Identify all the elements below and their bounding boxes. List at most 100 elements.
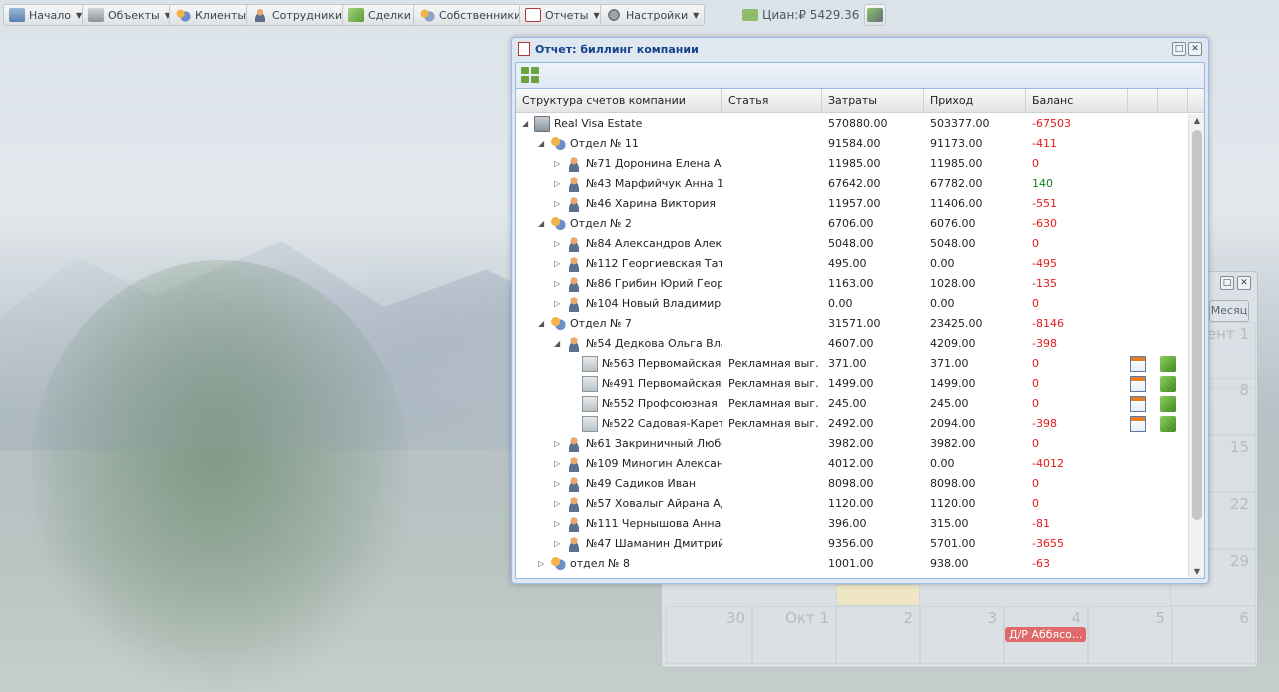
- menu-reports-button[interactable]: Отчеты ▼: [519, 4, 606, 26]
- expand-toggle-icon[interactable]: ▷: [554, 279, 562, 289]
- table-row[interactable]: ▷ №71 Доронина Елена Ал 11985.00 11985.00 0: [516, 154, 1190, 174]
- company-building-icon: [534, 116, 550, 132]
- collapse-toggle-icon[interactable]: ◢: [538, 319, 546, 329]
- calendar-cell[interactable]: 2: [836, 606, 920, 664]
- window-titlebar[interactable]: Отчет: биллинг компании: [512, 38, 1208, 60]
- table-row[interactable]: ▷ №61 Закриничный Любо 3982.00 3982.00 0: [516, 434, 1190, 454]
- column-header-structure[interactable]: Структура счетов компании: [516, 89, 722, 113]
- expand-toggle-icon[interactable]: ▷: [554, 459, 562, 469]
- collapse-toggle-icon[interactable]: ◢: [538, 139, 546, 149]
- table-row[interactable]: №491 Первомайская у Рекламная выг... 1499.…: [516, 374, 1190, 394]
- expand-toggle-icon[interactable]: ▷: [554, 439, 562, 449]
- table-row[interactable]: ◢ Real Visa Estate 570880.00 503377.00 -6750…: [516, 114, 1190, 134]
- table-row[interactable]: ▷ №57 Ховалыг Айрана Ад 1120.00 1120.00 0: [516, 494, 1190, 514]
- table-row[interactable]: ◢ Отдел № 2 6706.00 6076.00 -630: [516, 214, 1190, 234]
- table-row[interactable]: ▷ №43 Марфийчук Анна 1 67642.00 67782.00 140: [516, 174, 1190, 194]
- menu-owners-button[interactable]: Собственники: [413, 4, 528, 26]
- expand-toggle-icon[interactable]: ▷: [554, 499, 562, 509]
- menu-objects-button[interactable]: Объекты ▼: [82, 4, 177, 26]
- main-toolbar: Начало ▼ Объекты ▼ Клиенты Сотрудники Сд…: [0, 0, 1279, 30]
- add-payment-icon[interactable]: [1160, 416, 1176, 432]
- logout-button[interactable]: [864, 4, 886, 26]
- table-row[interactable]: ▷ №84 Александров Алекс 5048.00 5048.00 0: [516, 234, 1190, 254]
- calendar-cell[interactable]: Окт 1: [752, 606, 836, 664]
- menu-settings-button[interactable]: Настройки ▼: [600, 4, 706, 26]
- expand-toggle-icon[interactable]: ▷: [538, 559, 546, 569]
- collapse-toggle-icon[interactable]: ◢: [554, 339, 562, 349]
- calendar-icon[interactable]: [1130, 356, 1146, 372]
- table-row[interactable]: ▷ №47 Шаманин Дмитрий 9356.00 5701.00 -3655: [516, 534, 1190, 554]
- calendar-cell[interactable]: 3: [920, 606, 1004, 664]
- expand-toggle-icon[interactable]: ▷: [554, 199, 562, 209]
- node-label: №61 Закриничный Любо: [586, 437, 722, 450]
- add-payment-icon[interactable]: [1160, 396, 1176, 412]
- table-row[interactable]: ▷ №109 Миногин Александ 4012.00 0.00 -4012: [516, 454, 1190, 474]
- expand-toggle-icon[interactable]: ▷: [554, 259, 562, 269]
- article-cell: [728, 254, 818, 274]
- add-payment-icon[interactable]: [1160, 376, 1176, 392]
- add-payment-icon[interactable]: [1160, 356, 1176, 372]
- menu-clients-button[interactable]: Клиенты: [169, 4, 253, 26]
- calendar-cell[interactable]: 30: [666, 606, 752, 664]
- node-label: №104 Новый Владимир В: [586, 297, 722, 310]
- table-row[interactable]: №563 Первомайская Рекламная выг... 371.00 3…: [516, 354, 1190, 374]
- vertical-scrollbar[interactable]: ▲ ▼: [1188, 114, 1204, 578]
- column-header-balance[interactable]: Баланс: [1026, 89, 1128, 113]
- column-header-income[interactable]: Приход: [924, 89, 1026, 113]
- table-row[interactable]: ▷ №49 Садиков Иван 8098.00 8098.00 0: [516, 474, 1190, 494]
- month-view-button[interactable]: Месяц: [1209, 300, 1249, 322]
- calendar-cell[interactable]: 5: [1088, 606, 1172, 664]
- expand-toggle-icon[interactable]: ▷: [554, 539, 562, 549]
- income-cell: 4209.00: [930, 337, 976, 350]
- name-cell: №563 Первомайская: [516, 354, 722, 374]
- table-row[interactable]: ▷ №104 Новый Владимир В 0.00 0.00 0: [516, 294, 1190, 314]
- calendar-icon[interactable]: [1130, 416, 1146, 432]
- node-label: №46 Харина Виктория: [586, 197, 716, 210]
- calendar-today-cell[interactable]: [836, 584, 920, 606]
- maximize-button[interactable]: □: [1172, 42, 1186, 56]
- table-row[interactable]: ◢ №54 Дедкова Ольга Вла 4607.00 4209.00 -398: [516, 334, 1190, 354]
- scroll-thumb[interactable]: [1192, 130, 1202, 520]
- scroll-up-icon[interactable]: ▲: [1189, 114, 1204, 128]
- expand-all-icon[interactable]: [521, 67, 539, 83]
- column-header-article[interactable]: Статья: [722, 89, 822, 113]
- close-button[interactable]: ✕: [1237, 276, 1251, 290]
- money-icon: [742, 9, 758, 21]
- column-header-expense[interactable]: Затраты: [822, 89, 924, 113]
- calendar-cell[interactable]: 6: [1172, 606, 1256, 664]
- collapse-toggle-icon[interactable]: ◢: [522, 119, 530, 129]
- expand-toggle-icon[interactable]: ▷: [554, 159, 562, 169]
- menu-deals-button[interactable]: Сделки: [342, 4, 417, 26]
- expense-cell: 1120.00: [828, 497, 874, 510]
- property-object-icon: [582, 416, 598, 432]
- expand-toggle-icon[interactable]: ▷: [554, 299, 562, 309]
- scroll-down-icon[interactable]: ▼: [1189, 565, 1204, 578]
- node-label: №47 Шаманин Дмитрий: [586, 537, 722, 550]
- calendar-event[interactable]: Д/Р Аббясо...: [1005, 627, 1087, 642]
- expand-toggle-icon[interactable]: ▷: [554, 179, 562, 189]
- table-row[interactable]: ◢ Отдел № 11 91584.00 91173.00 -411: [516, 134, 1190, 154]
- balance-cell: -8146: [1032, 317, 1064, 330]
- menu-start-button[interactable]: Начало ▼: [3, 4, 89, 26]
- table-row[interactable]: ▷ №86 Грибин Юрий Георг 1163.00 1028.00 -135: [516, 274, 1190, 294]
- close-button[interactable]: ✕: [1188, 42, 1202, 56]
- expand-toggle-icon[interactable]: ▷: [554, 519, 562, 529]
- balance-cell: 140: [1032, 177, 1053, 190]
- expand-toggle-icon[interactable]: ▷: [554, 479, 562, 489]
- table-row[interactable]: ▷ №112 Георгиевская Тать 495.00 0.00 -495: [516, 254, 1190, 274]
- table-row[interactable]: ◢ Отдел № 7 31571.00 23425.00 -8146: [516, 314, 1190, 334]
- menu-employees-button[interactable]: Сотрудники: [246, 4, 349, 26]
- income-cell: 1028.00: [930, 277, 976, 290]
- table-row[interactable]: ▷ отдел № 8 1001.00 938.00 -63: [516, 554, 1190, 574]
- expense-cell: 3982.00: [828, 437, 874, 450]
- maximize-button[interactable]: □: [1220, 276, 1234, 290]
- table-row[interactable]: ▷ №46 Харина Виктория 11957.00 11406.00 -551: [516, 194, 1190, 214]
- table-row[interactable]: №552 Профсоюзная 9 Рекламная выг... 245.00…: [516, 394, 1190, 414]
- table-row[interactable]: №522 Садовая-Карет Рекламная выг... 2492.0…: [516, 414, 1190, 434]
- calendar-icon[interactable]: [1130, 396, 1146, 412]
- table-row[interactable]: ▷ №111 Чернышова Анна 396.00 315.00 -81: [516, 514, 1190, 534]
- balance-cell: -495: [1032, 257, 1057, 270]
- collapse-toggle-icon[interactable]: ◢: [538, 219, 546, 229]
- calendar-icon[interactable]: [1130, 376, 1146, 392]
- expand-toggle-icon[interactable]: ▷: [554, 239, 562, 249]
